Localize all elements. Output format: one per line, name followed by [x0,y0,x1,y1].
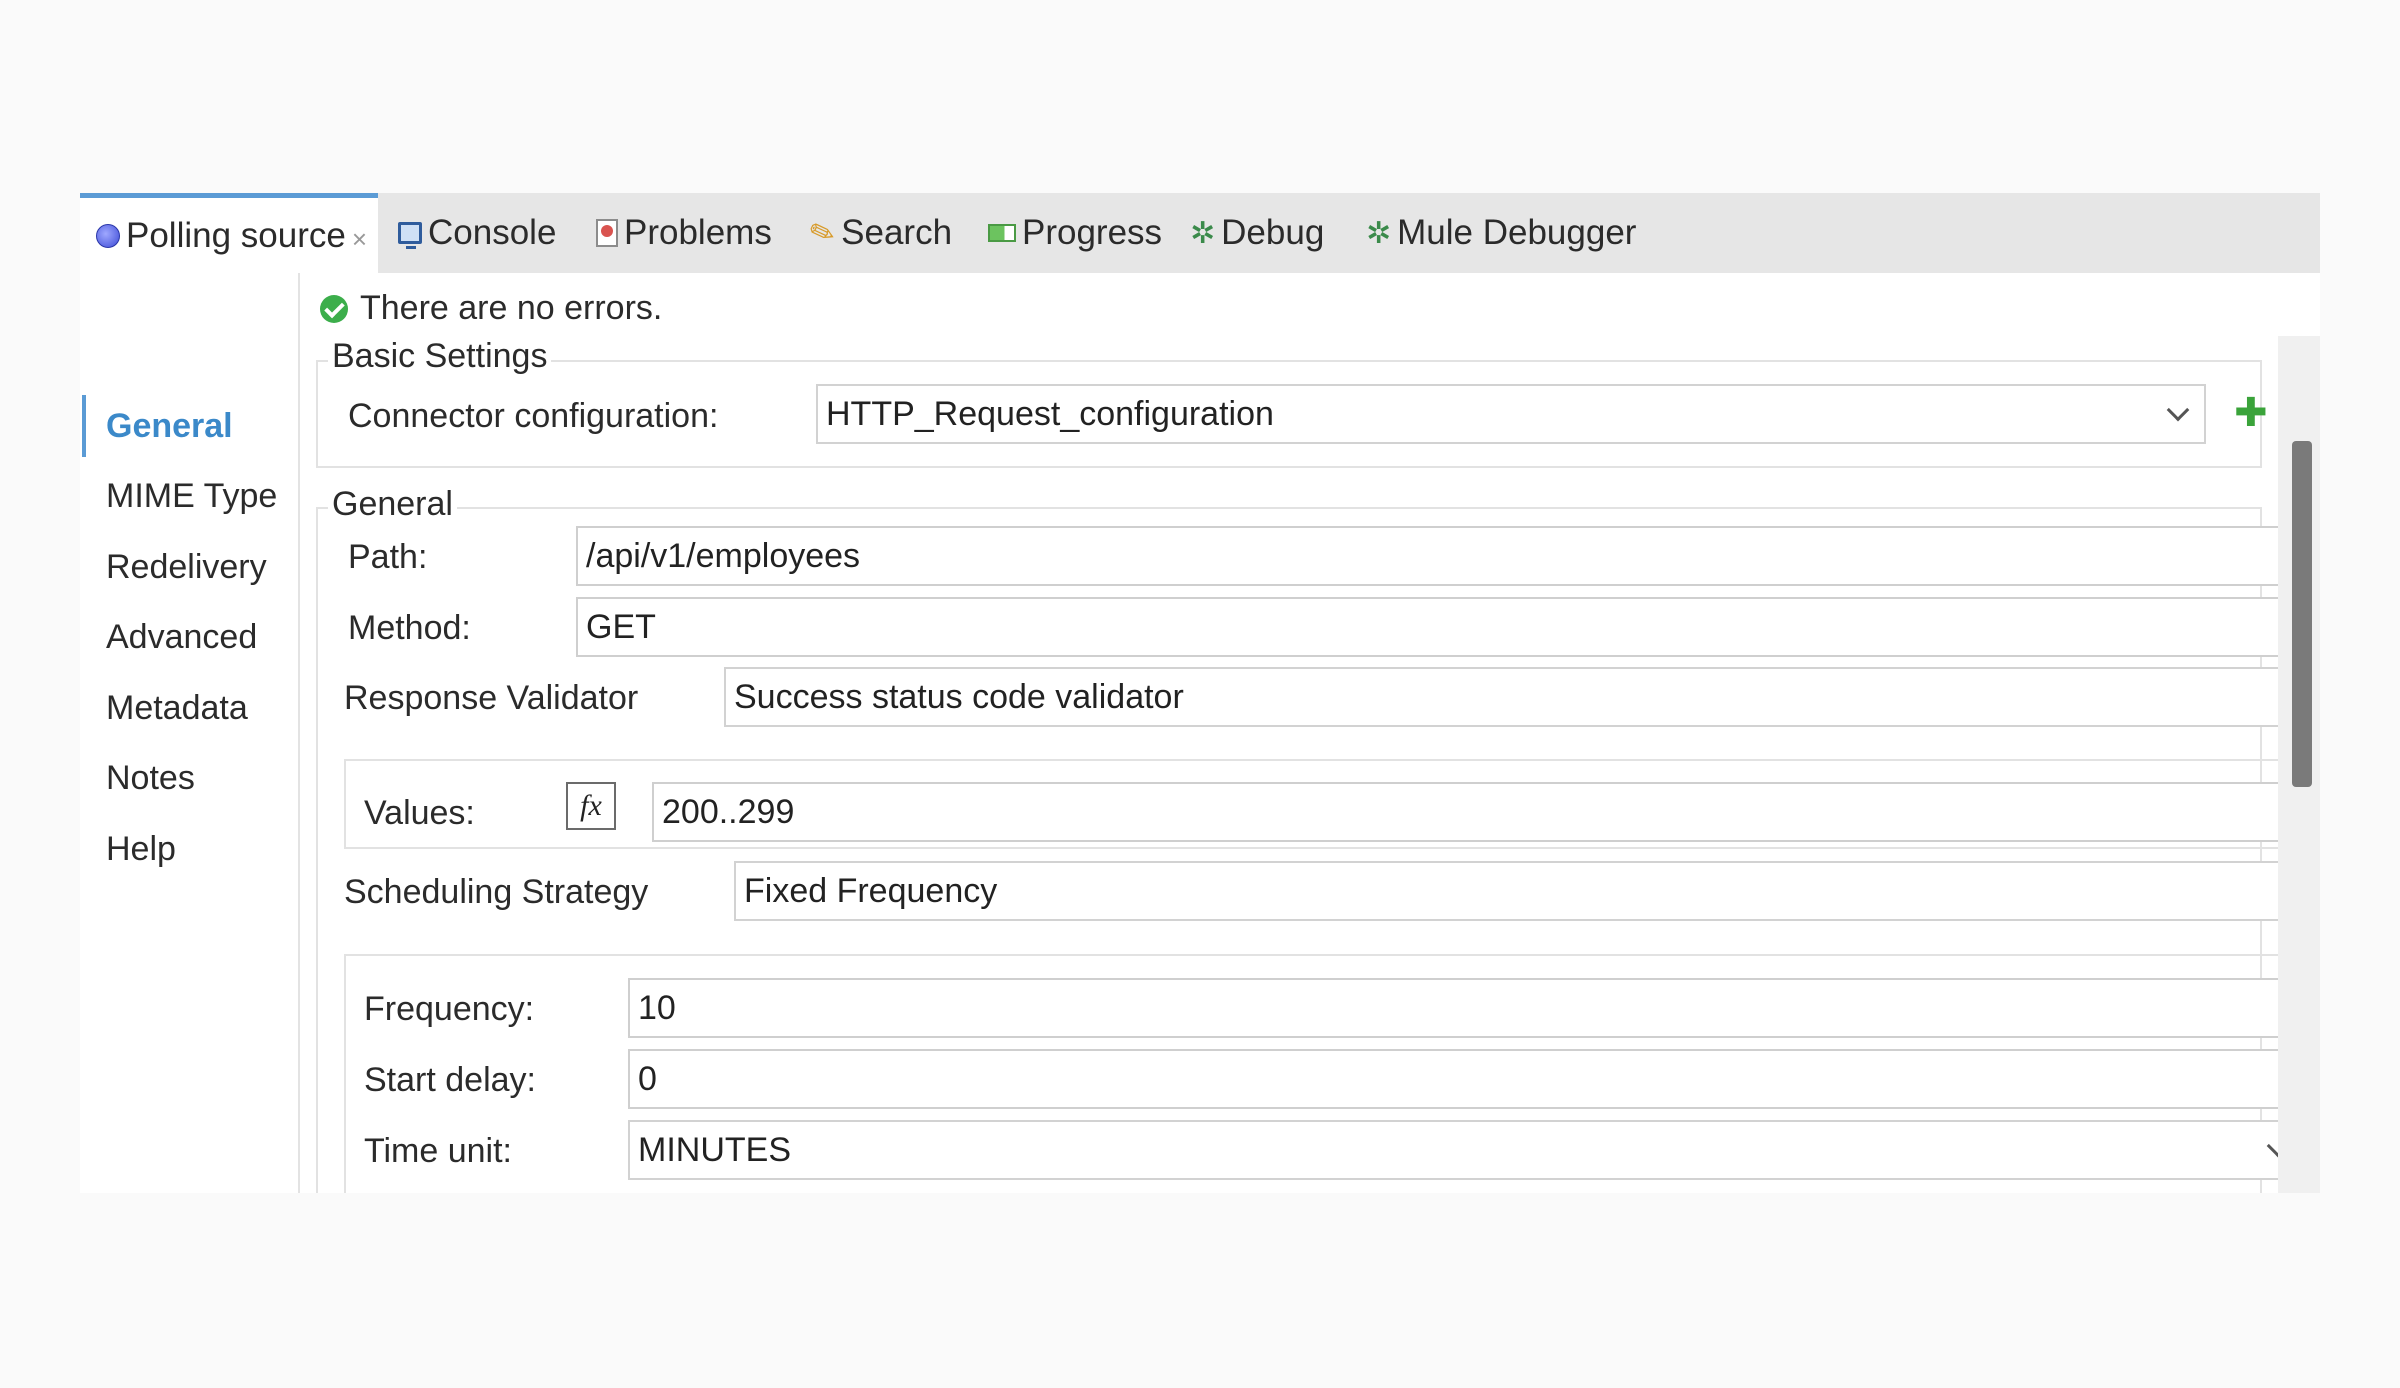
view-tab-bar: Polling source × Console Problems ✎ Sear… [80,193,2320,273]
properties-view: Polling source × Console Problems ✎ Sear… [80,193,2320,1193]
tab-label: Progress [1022,213,1163,252]
sidebar-item-notes[interactable]: Notes [106,759,195,798]
search-icon: ✎ [805,213,841,253]
response-validator-select[interactable]: Success status code validator [724,667,2320,727]
close-tab-icon[interactable]: × [352,224,367,255]
sidebar: General MIME Type Redelivery Advanced Me… [80,273,300,1193]
method-label: Method: [348,609,471,647]
time-unit-select[interactable]: MINUTES [628,1120,2306,1180]
chevron-down-icon [2166,398,2190,422]
start-delay-label: Start delay: [364,1061,536,1099]
sidebar-item-help[interactable]: Help [106,830,176,869]
status-line: There are no errors. [320,289,662,328]
frequency-input[interactable]: 10 [628,978,2306,1038]
tab-progress[interactable]: Progress [988,193,1162,273]
tab-label: Polling source [126,215,346,255]
scheduling-strategy-label: Scheduling Strategy [344,873,649,911]
tab-console[interactable]: Console [398,193,556,273]
method-input[interactable]: GET [576,597,2320,657]
scheduling-strategy-select[interactable]: Fixed Frequency [734,861,2320,921]
tab-mule-debugger[interactable]: ✲ Mule Debugger [1366,193,1636,273]
fx-expression-button[interactable]: fx [566,782,616,830]
sidebar-item-advanced[interactable]: Advanced [106,618,257,657]
tab-polling-source[interactable]: Polling source × [80,193,378,273]
tab-label: Problems [624,213,772,252]
add-connector-icon[interactable]: ✚ [2234,393,2268,433]
values-label: Values: [364,794,475,832]
path-label: Path: [348,538,428,576]
mule-debugger-icon: ✲ [1366,216,1392,250]
tab-label: Debug [1221,213,1325,252]
connector-config-value: HTTP_Request_configuration [826,394,1274,433]
polling-source-icon [96,223,120,248]
path-input[interactable]: /api/v1/employees [576,526,2320,586]
sidebar-item-mime-type[interactable]: MIME Type [106,477,277,516]
frequency-label: Frequency: [364,990,535,1028]
response-validator-value: Success status code validator [734,677,1184,716]
general-panel: There are no errors. Basic Settings Conn… [302,273,2320,1193]
values-input[interactable]: 200..299 [652,782,2306,842]
status-message: There are no errors. [360,289,663,327]
sidebar-item-metadata[interactable]: Metadata [106,689,248,728]
tab-label: Console [428,213,557,252]
scrollbar-thumb[interactable] [2292,441,2312,787]
selection-indicator [82,395,86,457]
scheduling-strategy-value: Fixed Frequency [744,871,998,910]
response-validator-label: Response Validator [344,679,639,717]
general-group-title: General [328,485,457,524]
start-delay-input[interactable]: 0 [628,1049,2306,1109]
tab-problems[interactable]: Problems [596,193,772,273]
tab-label: Mule Debugger [1397,213,1637,252]
console-icon [398,222,422,249]
tab-label: Search [841,213,953,252]
tab-debug[interactable]: ✲ Debug [1190,193,1324,273]
time-unit-label: Time unit: [364,1132,513,1170]
tab-search[interactable]: ✎ Search [805,193,953,273]
sidebar-item-redelivery[interactable]: Redelivery [106,548,267,587]
problems-icon [596,219,618,247]
connector-config-label: Connector configuration: [348,397,719,435]
connector-config-select[interactable]: HTTP_Request_configuration [816,384,2206,444]
sidebar-item-general[interactable]: General [106,407,233,446]
debug-icon: ✲ [1190,216,1216,250]
time-unit-value: MINUTES [638,1130,791,1169]
progress-icon [988,224,1016,242]
basic-settings-title: Basic Settings [328,337,552,376]
success-check-icon [320,294,348,323]
